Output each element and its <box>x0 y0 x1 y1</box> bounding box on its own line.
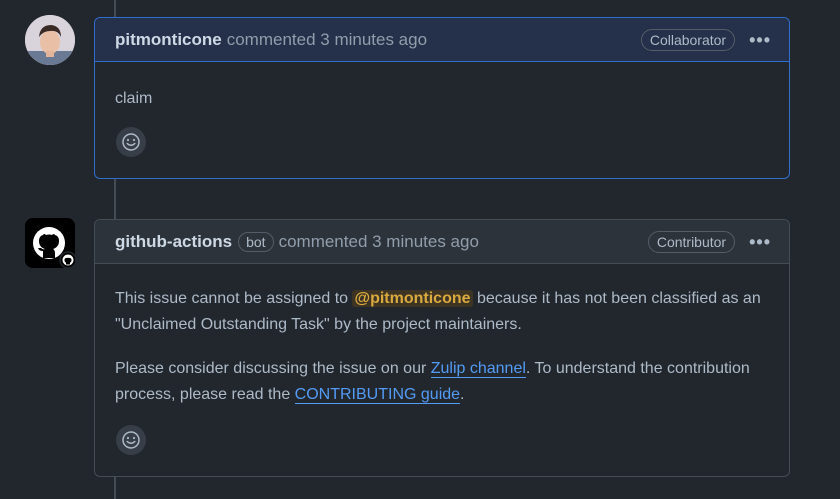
author-link[interactable]: pitmonticone <box>115 30 222 50</box>
comment-card: github-actions bot commented 3 minutes a… <box>94 219 790 477</box>
comment-text: claim <box>115 90 153 107</box>
smiley-icon <box>122 431 140 449</box>
paragraph-text: . <box>460 386 465 403</box>
paragraph-text: This issue cannot be assigned to <box>115 290 353 307</box>
bot-badge: bot <box>238 231 274 252</box>
comment-paragraph: This issue cannot be assigned to @pitmon… <box>115 286 769 338</box>
comment-paragraph: Please consider discussing the issue on … <box>115 356 769 408</box>
zulip-channel-link[interactable]: Zulip channel <box>430 360 526 378</box>
comment-header: pitmonticone commented 3 minutes ago Col… <box>95 18 789 62</box>
user-avatar-icon <box>25 15 75 65</box>
comment-timestamp[interactable]: commented 3 minutes ago <box>279 232 479 252</box>
kebab-icon[interactable]: ••• <box>749 31 771 49</box>
github-logo-icon <box>25 218 77 269</box>
author-link[interactable]: github-actions <box>115 232 232 252</box>
comment-timestamp[interactable]: commented 3 minutes ago <box>227 30 427 50</box>
add-reaction-button[interactable] <box>116 425 146 455</box>
contributing-guide-link[interactable]: CONTRIBUTING guide <box>294 386 461 404</box>
comment-card: pitmonticone commented 3 minutes ago Col… <box>94 17 790 179</box>
add-reaction-button[interactable] <box>116 127 146 157</box>
user-mention[interactable]: @pitmonticone <box>352 290 473 307</box>
contributor-badge: Contributor <box>647 230 736 253</box>
collaborator-badge: Collaborator <box>640 28 736 51</box>
bot-avatar[interactable] <box>25 218 77 269</box>
comment-body: This issue cannot be assigned to @pitmon… <box>95 264 789 408</box>
comment-body: claim <box>95 62 789 112</box>
paragraph-text: Please consider discussing the issue on … <box>115 360 431 377</box>
kebab-icon[interactable]: ••• <box>749 233 771 251</box>
smiley-icon <box>122 133 140 151</box>
avatar[interactable] <box>25 15 75 65</box>
comment-header: github-actions bot commented 3 minutes a… <box>95 220 789 264</box>
